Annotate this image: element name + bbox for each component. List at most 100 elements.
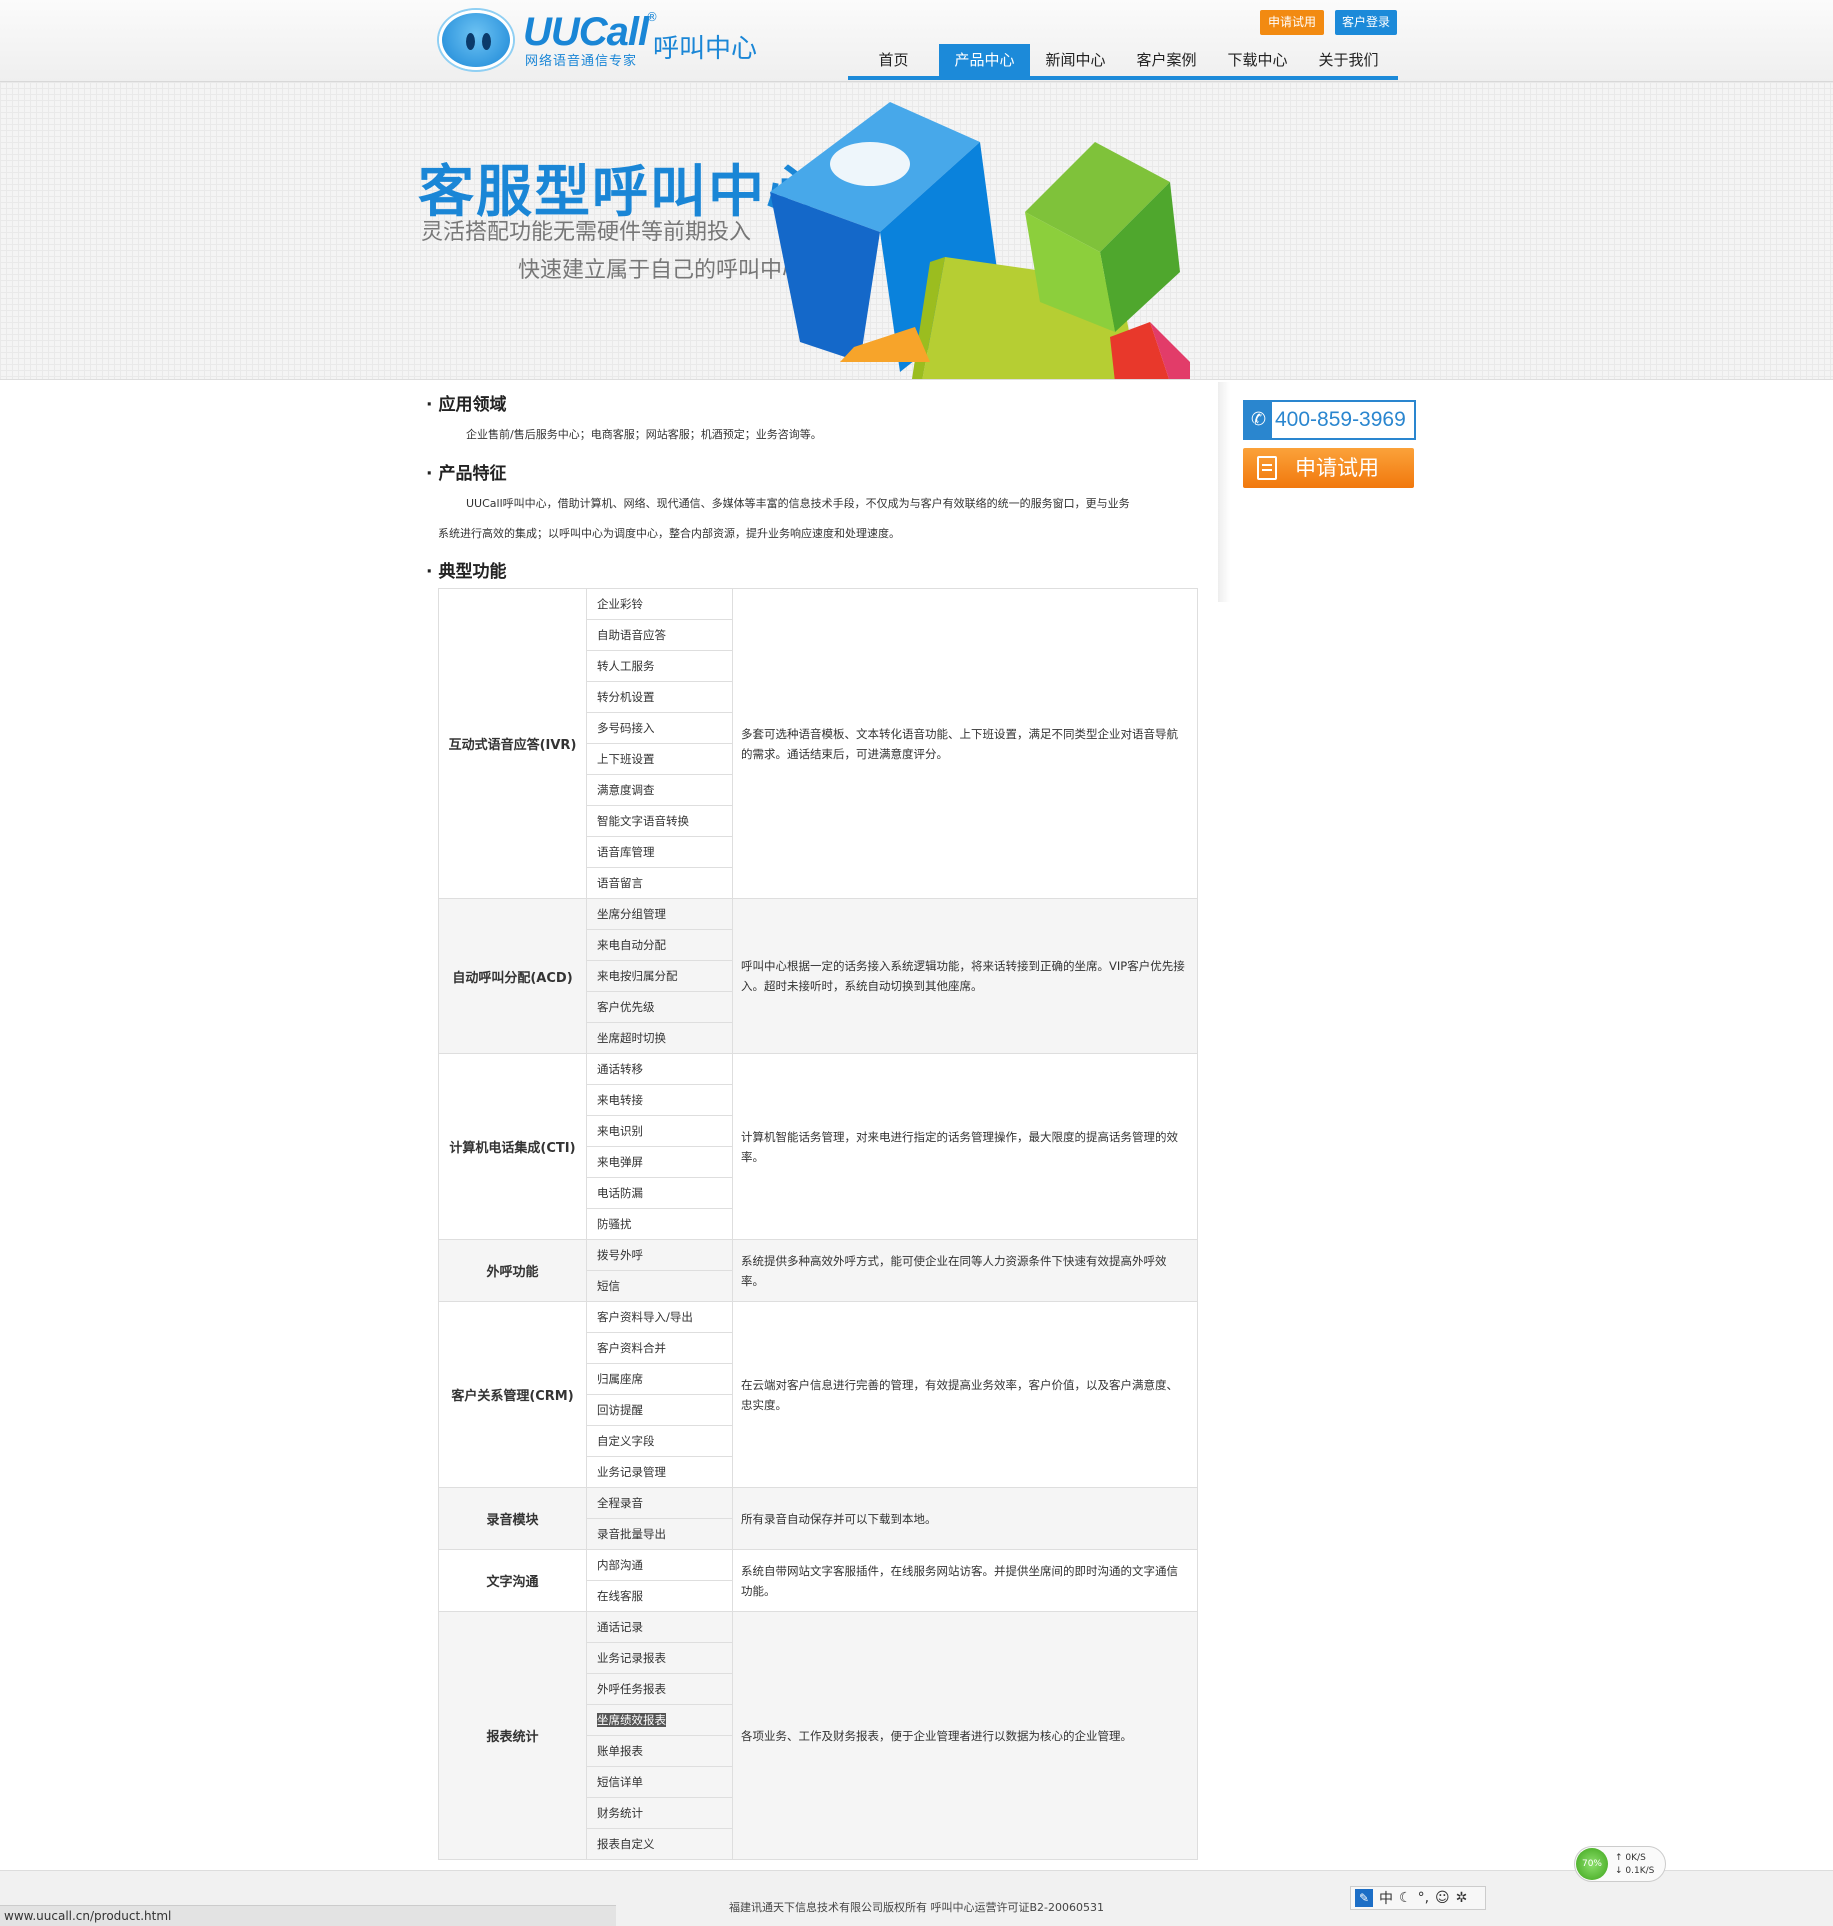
function-item-label: 全程录音 bbox=[597, 1496, 643, 1510]
function-item-label: 内部沟通 bbox=[597, 1558, 643, 1572]
phone-box[interactable]: ✆ 400-859-3969 bbox=[1243, 400, 1416, 440]
function-category: 报表统计 bbox=[438, 1611, 587, 1860]
function-item-label: 上下班设置 bbox=[597, 752, 655, 766]
function-item: 报表自定义 bbox=[586, 1828, 733, 1860]
function-item-label: 智能文字语音转换 bbox=[597, 814, 689, 828]
nav-item-5[interactable]: 关于我们 bbox=[1303, 44, 1394, 76]
table-row: 外呼功能 拨号外呼 系统提供多种高效外呼方式，能可使企业在同等人力资源条件下快速有效… bbox=[438, 1239, 1198, 1302]
sidebar-trial-label: 申请试用 bbox=[1295, 456, 1379, 480]
function-item: 内部沟通 bbox=[586, 1549, 733, 1581]
ime-lang-toggle[interactable]: 中 bbox=[1379, 1888, 1393, 1908]
function-description: 各项业务、工作及财务报表，便于企业管理者进行以数据为核心的企业管理。 bbox=[732, 1611, 1198, 1860]
main-nav: 首页 产品中心 新闻中心 客户案例 下载中心 关于我们 bbox=[848, 44, 1398, 80]
apply-trial-button[interactable]: 申请试用 bbox=[1260, 10, 1324, 35]
function-description: 计算机智能话务管理，对来电进行指定的话务管理操作，最大限度的提高话务管理的效率。 bbox=[732, 1053, 1198, 1240]
function-item-label: 账单报表 bbox=[597, 1744, 643, 1758]
function-item-label: 坐席分组管理 bbox=[597, 907, 666, 921]
logo[interactable]: UUCall ® 呼叫中心 网络语音通信专家 bbox=[439, 8, 759, 74]
function-item: 归属座席 bbox=[586, 1363, 733, 1395]
function-item-label: 录音批量导出 bbox=[597, 1527, 666, 1541]
upload-speed: ↑ 0K/S bbox=[1615, 1853, 1646, 1863]
document-icon bbox=[1257, 456, 1277, 480]
function-item: 多号码接入 bbox=[586, 712, 733, 744]
function-category: 互动式语音应答(IVR) bbox=[438, 588, 587, 899]
sidebar-apply-trial-button[interactable]: 申请试用 bbox=[1243, 448, 1414, 488]
table-row: 自动呼叫分配(ACD) 坐席分组管理 呼叫中心根据一定的话务接入系统逻辑功能，将来话… bbox=[438, 898, 1198, 1054]
function-description: 所有录音自动保存并可以下载到本地。 bbox=[732, 1487, 1198, 1550]
function-item: 来电自动分配 bbox=[586, 929, 733, 961]
function-item: 回访提醒 bbox=[586, 1394, 733, 1426]
function-item: 外呼任务报表 bbox=[586, 1673, 733, 1705]
site-header: UUCall ® 呼叫中心 网络语音通信专家 申请试用 客户登录 首页 产品中心新… bbox=[0, 0, 1833, 82]
smile-icon[interactable]: ☺ bbox=[1435, 1890, 1450, 1906]
table-row: 客户关系管理(CRM) 客户资料导入/导出 在云端对客户信息进行完善的管理，有效提高… bbox=[438, 1301, 1198, 1488]
function-item-label: 来电自动分配 bbox=[597, 938, 666, 952]
function-item-label: 客户资料导入/导出 bbox=[597, 1310, 693, 1324]
moon-icon[interactable]: ☾ bbox=[1399, 1890, 1412, 1906]
logo-mascot-icon bbox=[439, 10, 513, 70]
nav-item-4[interactable]: 下载中心 bbox=[1212, 44, 1303, 76]
function-item-label: 电话防漏 bbox=[597, 1186, 643, 1200]
function-item: 来电转接 bbox=[586, 1084, 733, 1116]
function-item-label: 拨号外呼 bbox=[597, 1248, 643, 1262]
cubes-illustration bbox=[770, 102, 1190, 379]
nav-item-2[interactable]: 新闻中心 bbox=[1030, 44, 1121, 76]
section-title-features: 产品特征 bbox=[426, 459, 506, 484]
function-category: 录音模块 bbox=[438, 1487, 587, 1550]
ime-toolbar[interactable]: ✎ 中 ☾ °, ☺ ✲ bbox=[1350, 1886, 1486, 1910]
function-item-label: 客户资料合并 bbox=[597, 1341, 666, 1355]
function-item: 坐席超时切换 bbox=[586, 1022, 733, 1054]
function-item-label: 短信详单 bbox=[597, 1775, 643, 1789]
logo-tagline: 网络语音通信专家 bbox=[525, 54, 638, 69]
section-title-application: 应用领域 bbox=[426, 390, 506, 415]
table-row: 报表统计 通话记录 各项业务、工作及财务报表，便于企业管理者进行以数据为核心的企业管… bbox=[438, 1611, 1198, 1860]
function-item: 通话转移 bbox=[586, 1053, 733, 1085]
banner-subtitle-1: 灵活搭配功能无需硬件等前期投入 bbox=[421, 220, 752, 245]
function-item: 短信 bbox=[586, 1270, 733, 1302]
function-item: 账单报表 bbox=[586, 1735, 733, 1767]
function-item-label: 自助语音应答 bbox=[597, 628, 666, 642]
function-item: 拨号外呼 bbox=[586, 1239, 733, 1271]
function-item: 上下班设置 bbox=[586, 743, 733, 775]
nav-item-1[interactable]: 产品中心 bbox=[939, 44, 1030, 76]
function-item-label: 满意度调查 bbox=[597, 783, 655, 797]
ime-logo-icon: ✎ bbox=[1355, 1889, 1373, 1907]
section-text-features-1: UUCall呼叫中心，借助计算机、网络、现代通信、多媒体等丰富的信息技术手段，不… bbox=[466, 497, 1130, 510]
function-item: 来电识别 bbox=[586, 1115, 733, 1147]
function-category: 文字沟通 bbox=[438, 1549, 587, 1612]
download-speed: ↓ 0.1K/S bbox=[1615, 1866, 1655, 1876]
function-item: 防骚扰 bbox=[586, 1208, 733, 1240]
function-item-label: 来电弹屏 bbox=[597, 1155, 643, 1169]
function-item: 录音批量导出 bbox=[586, 1518, 733, 1550]
function-description: 系统自带网站文字客服插件，在线服务网站访客。并提供坐席间的即时沟通的文字通信功能… bbox=[732, 1549, 1198, 1612]
function-item: 来电按归属分配 bbox=[586, 960, 733, 992]
customer-login-button[interactable]: 客户登录 bbox=[1335, 10, 1397, 35]
table-row: 计算机电话集成(CTI) 通话转移 计算机智能话务管理，对来电进行指定的话务管理操作… bbox=[438, 1053, 1198, 1240]
gear-icon[interactable]: ✲ bbox=[1456, 1890, 1468, 1906]
function-description: 多套可选种语音模板、文本转化语音功能、上下班设置，满足不同类型企业对语音导航的需… bbox=[732, 588, 1198, 899]
nav-item-3[interactable]: 客户案例 bbox=[1121, 44, 1212, 76]
function-item-label: 来电识别 bbox=[597, 1124, 643, 1138]
function-item-label: 在线客服 bbox=[597, 1589, 643, 1603]
nav-item-0[interactable]: 首页 bbox=[848, 44, 939, 76]
function-item-label: 报表自定义 bbox=[597, 1837, 655, 1851]
function-item-label: 语音库管理 bbox=[597, 845, 655, 859]
punct-icon[interactable]: °, bbox=[1418, 1890, 1429, 1906]
banner-subtitle-2: 快速建立属于自己的呼叫中心 bbox=[518, 258, 805, 283]
function-item: 全程录音 bbox=[586, 1487, 733, 1519]
function-item-label: 来电按归属分配 bbox=[597, 969, 678, 983]
banner: 客服型呼叫中心 灵活搭配功能无需硬件等前期投入 快速建立属于自己的呼叫中心 外包… bbox=[0, 82, 1833, 380]
function-item: 转分机设置 bbox=[586, 681, 733, 713]
function-description: 在云端对客户信息进行完善的管理，有效提高业务效率，客户价值，以及客户满意度、忠实… bbox=[732, 1301, 1198, 1488]
network-usage-circle: 70% bbox=[1576, 1848, 1608, 1880]
function-category: 外呼功能 bbox=[438, 1239, 587, 1302]
function-item-label: 防骚扰 bbox=[597, 1217, 632, 1231]
function-item: 客户资料导入/导出 bbox=[586, 1301, 733, 1333]
function-item: 通话记录 bbox=[586, 1611, 733, 1643]
table-row: 录音模块 全程录音 所有录音自动保存并可以下载到本地。 bbox=[438, 1487, 1198, 1550]
function-item: 业务记录报表 bbox=[586, 1642, 733, 1674]
function-description: 呼叫中心根据一定的话务接入系统逻辑功能，将来话转接到正确的坐席。VIP客户优先接… bbox=[732, 898, 1198, 1054]
phone-number: 400-859-3969 bbox=[1275, 408, 1406, 431]
network-monitor-widget[interactable]: 70% ↑ 0K/S ↓ 0.1K/S bbox=[1574, 1846, 1666, 1882]
function-item-label: 语音留言 bbox=[597, 876, 643, 890]
